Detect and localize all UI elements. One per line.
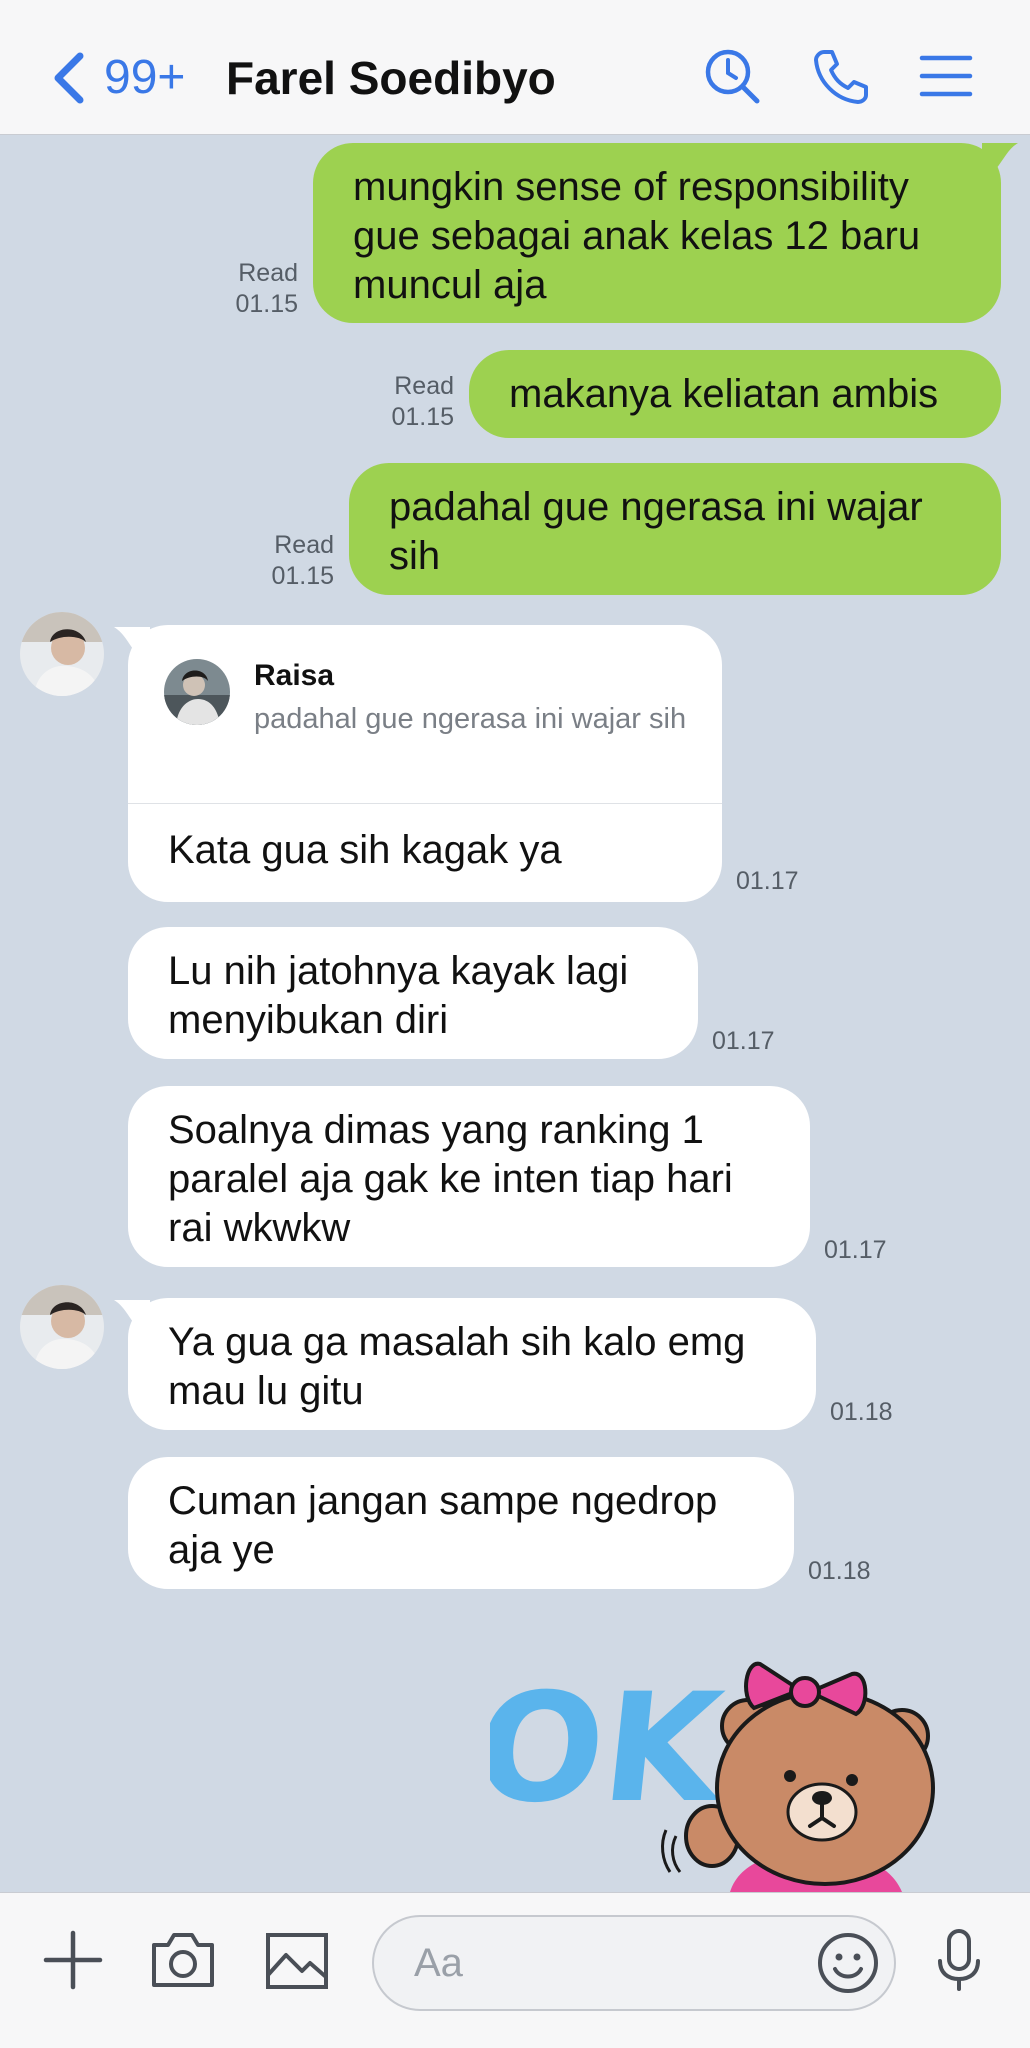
- message-list[interactable]: Read 01.15 mungkin sense of responsibili…: [0, 135, 1030, 1892]
- chat-header: 99+ Farel Soedibyo: [0, 0, 1030, 135]
- microphone-icon[interactable]: [926, 1927, 992, 1993]
- message-line: aja ye: [168, 1528, 275, 1572]
- message-composer-bar: Aa: [0, 1892, 1030, 2048]
- message-time: 01.15: [391, 403, 454, 431]
- ok-bear-sticker[interactable]: OK!: [490, 1640, 970, 1892]
- message-input[interactable]: Aa: [372, 1915, 896, 2011]
- unread-count-badge[interactable]: 99+: [104, 50, 185, 106]
- hamburger-icon[interactable]: [916, 46, 976, 106]
- image-icon[interactable]: [264, 1927, 330, 1993]
- input-placeholder: Aa: [414, 1941, 463, 1985]
- contact-avatar[interactable]: [20, 1285, 104, 1369]
- incoming-message[interactable]: Soalnya dimas yang ranking 1 paralel aja…: [128, 1086, 810, 1267]
- incoming-message[interactable]: Cuman jangan sampe ngedrop aja ye: [128, 1457, 794, 1589]
- smiley-icon[interactable]: [816, 1931, 880, 1995]
- contact-name[interactable]: Farel Soedibyo: [226, 50, 556, 106]
- search-clock-icon[interactable]: [702, 46, 762, 106]
- reply-sender-name: Raisa: [254, 659, 335, 692]
- phone-icon[interactable]: [810, 46, 870, 106]
- quoted-reply[interactable]: Raisa padahal gue ngerasa ini wajar sih: [128, 625, 722, 804]
- message-line: mungkin sense of responsibility: [353, 165, 909, 209]
- message-time: 01.15: [271, 562, 334, 590]
- message-time: 01.18: [808, 1557, 871, 1585]
- contact-avatar[interactable]: [20, 612, 104, 696]
- message-line: gue sebagai anak kelas 12 baru: [353, 214, 921, 258]
- message-line: mau lu gitu: [168, 1369, 364, 1413]
- plus-icon[interactable]: [40, 1927, 106, 1993]
- outgoing-message[interactable]: makanya keliatan ambis: [469, 350, 1001, 438]
- reply-avatar: [164, 659, 230, 725]
- incoming-message-with-reply[interactable]: Raisa padahal gue ngerasa ini wajar sih …: [128, 625, 722, 902]
- message-line: menyibukan diri: [168, 998, 449, 1042]
- message-line: Soalnya dimas yang ranking 1: [168, 1108, 704, 1152]
- read-receipt: Read 01.15: [370, 371, 454, 433]
- bubble-tail: [982, 143, 1018, 169]
- message-line: Lu nih jatohnya kayak lagi: [168, 949, 629, 993]
- read-label: Read: [394, 372, 454, 400]
- reply-quoted-text: padahal gue ngerasa ini wajar sih: [254, 703, 687, 735]
- message-line: paralel aja gak ke inten tiap hari: [168, 1157, 733, 1201]
- message-time: 01.17: [712, 1027, 775, 1055]
- message-line: sih: [389, 534, 441, 578]
- message-time: 01.18: [830, 1398, 893, 1426]
- camera-icon[interactable]: [150, 1927, 216, 1993]
- read-receipt: Read 01.15: [214, 258, 298, 320]
- message-line: Cuman jangan sampe ngedrop: [168, 1479, 718, 1523]
- message-time: 01.17: [824, 1236, 887, 1264]
- message-line: rai wkwkw: [168, 1206, 351, 1250]
- outgoing-message[interactable]: padahal gue ngerasa ini wajar sih: [349, 463, 1001, 595]
- outgoing-message[interactable]: mungkin sense of responsibility gue seba…: [313, 143, 1001, 323]
- message-line: padahal gue ngerasa ini wajar: [389, 485, 923, 529]
- message-line: muncul aja: [353, 263, 547, 307]
- message-text: Kata gua sih kagak ya: [168, 828, 562, 872]
- read-label: Read: [238, 259, 298, 287]
- incoming-message[interactable]: Lu nih jatohnya kayak lagi menyibukan di…: [128, 927, 698, 1059]
- message-line: makanya keliatan ambis: [509, 372, 939, 416]
- message-time: 01.15: [235, 290, 298, 318]
- message-time: 01.17: [736, 867, 799, 895]
- read-receipt: Read 01.15: [250, 530, 334, 592]
- incoming-message[interactable]: Ya gua ga masalah sih kalo emg mau lu gi…: [128, 1298, 816, 1430]
- chevron-left-icon[interactable]: [48, 50, 88, 106]
- message-line: Ya gua ga masalah sih kalo emg: [168, 1320, 746, 1364]
- read-label: Read: [274, 531, 334, 559]
